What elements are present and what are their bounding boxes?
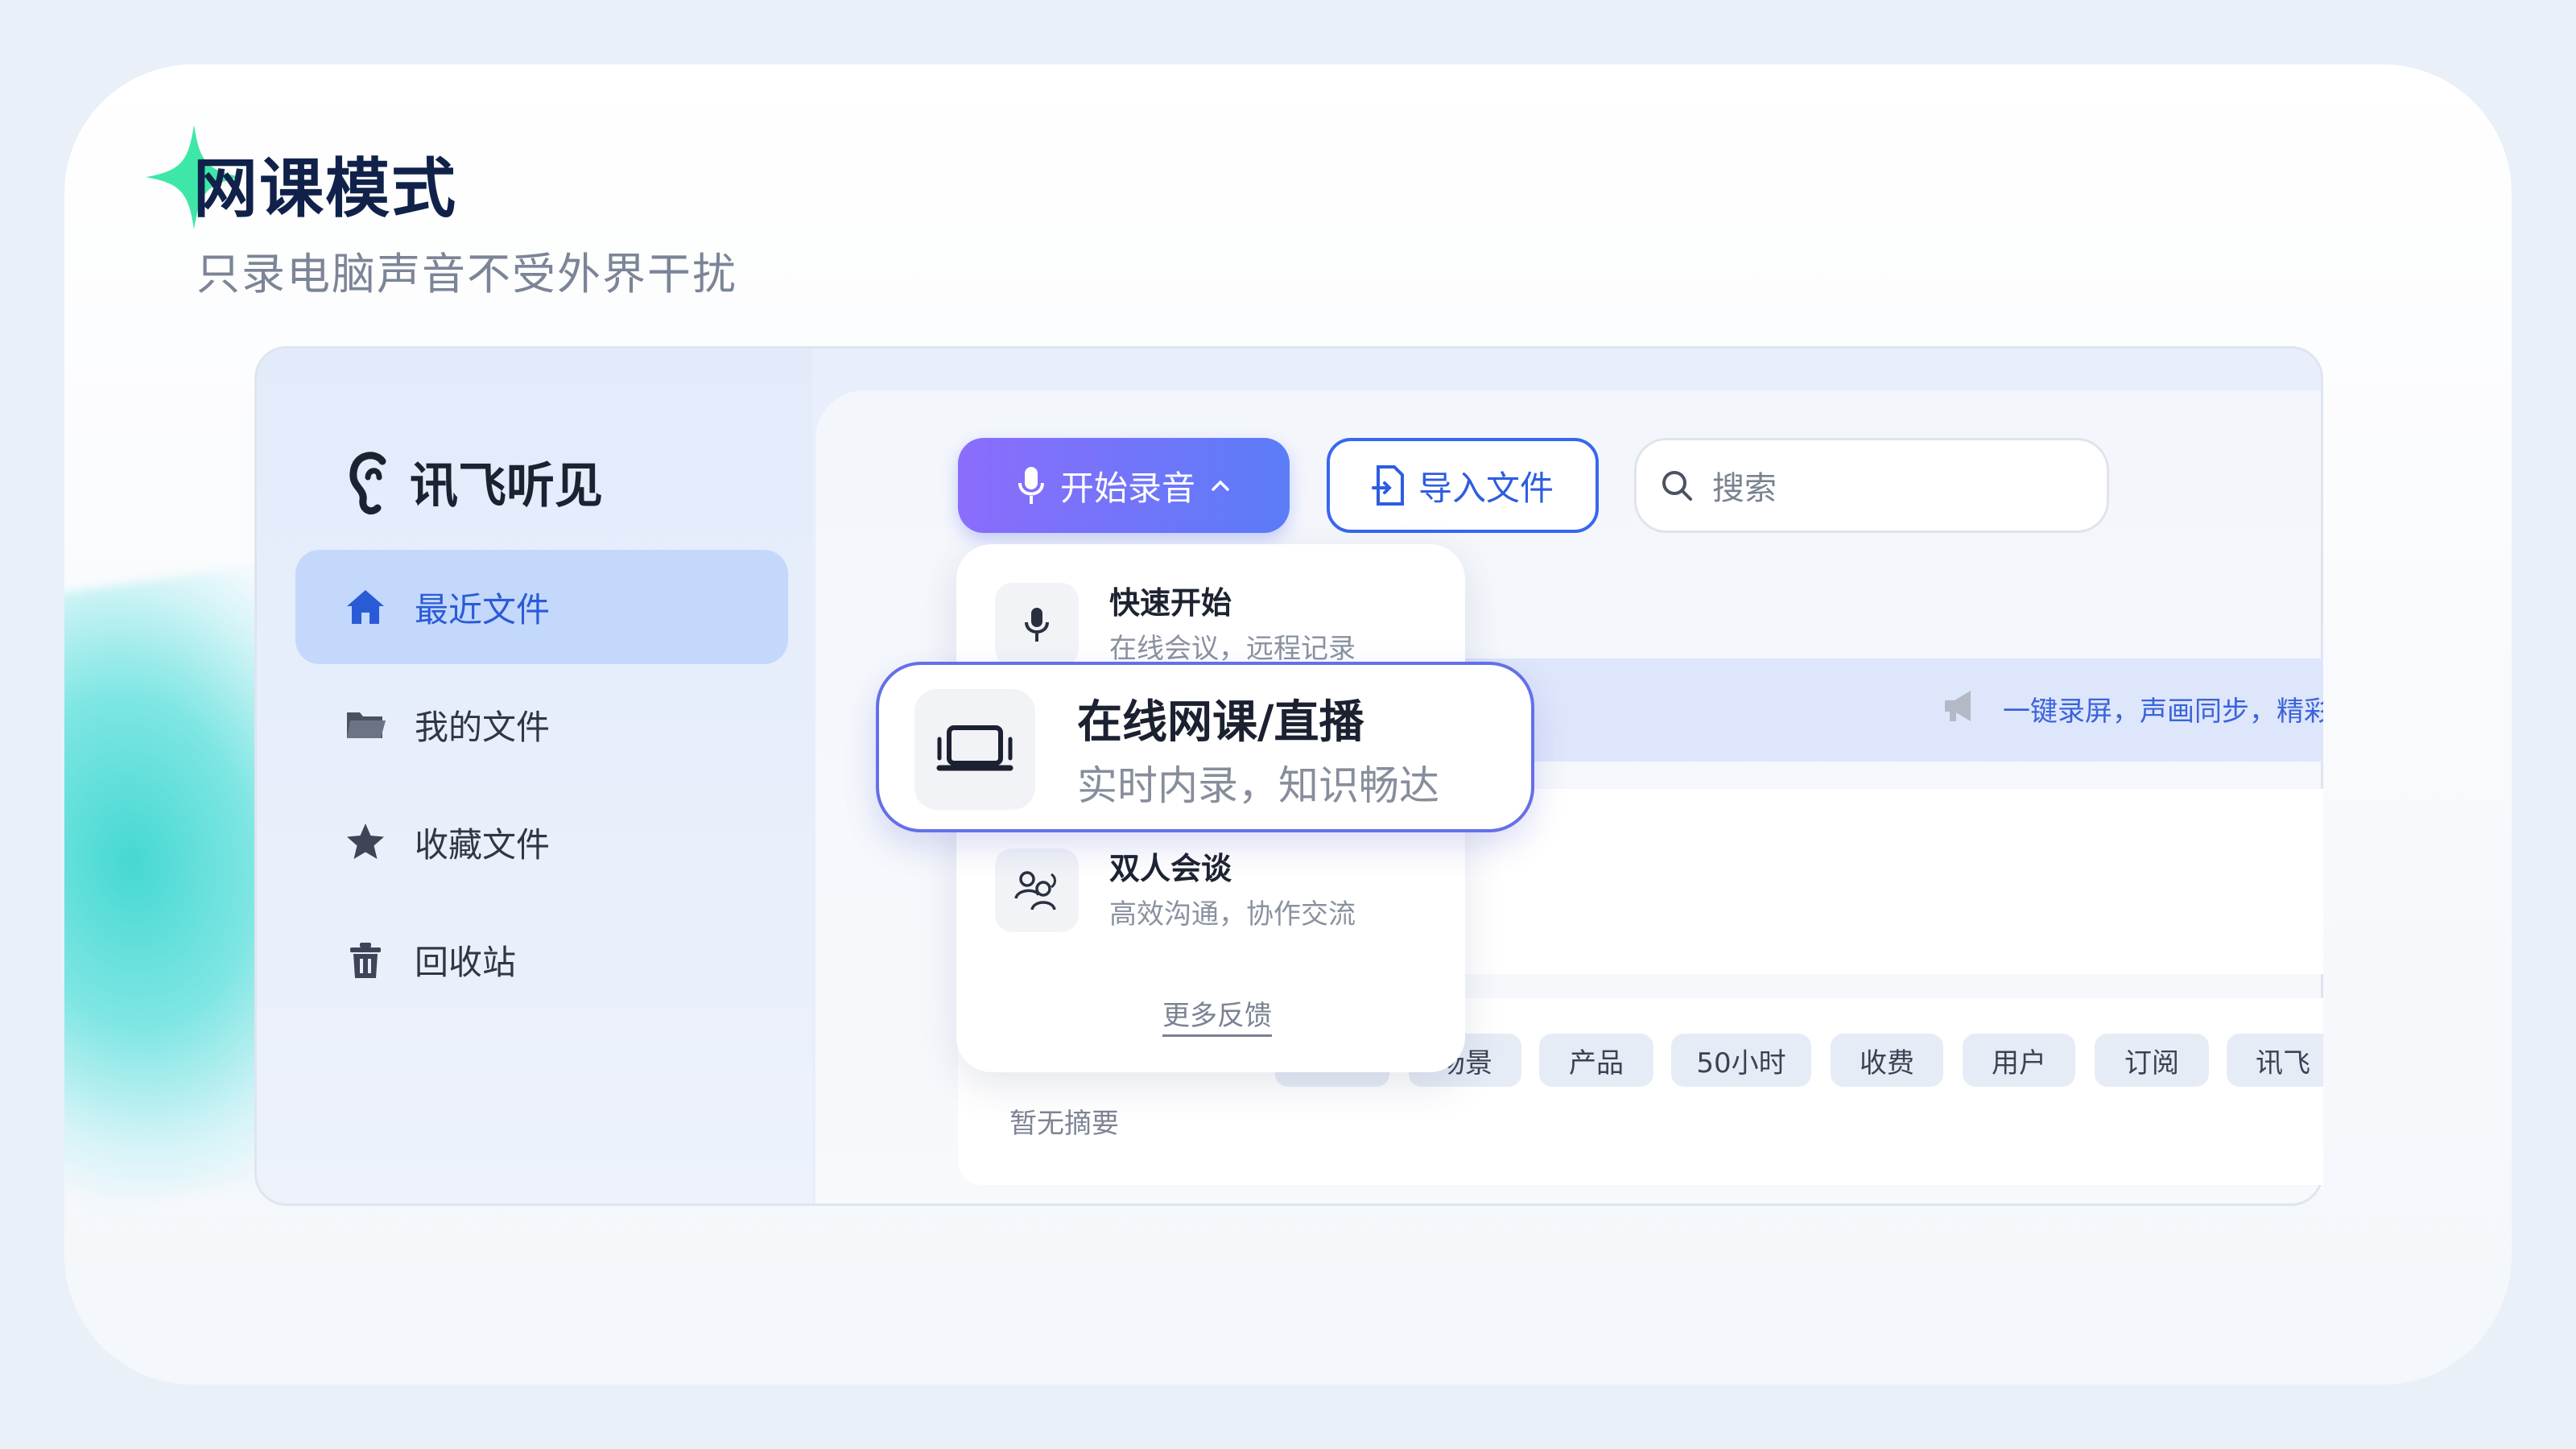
trash-icon (344, 938, 387, 981)
banner-text: 一键录屏，声画同步，精彩 (2003, 696, 2323, 728)
sidebar-item-recent[interactable]: 最近文件 (295, 550, 788, 664)
two-people-icon (995, 848, 1079, 932)
tag: 收费 (1831, 1034, 1943, 1087)
home-icon (344, 585, 387, 629)
sidebar-item-trash[interactable]: 回收站 (295, 902, 788, 1017)
dropdown-item-online-class[interactable]: 在线网课/直播 实时内录，知识畅达 (876, 662, 1534, 832)
microphone-icon (1018, 467, 1044, 504)
microphone-icon (995, 583, 1079, 667)
more-feedback-link[interactable]: 更多反馈 (1162, 993, 1272, 1037)
search-icon (1662, 471, 1692, 501)
tag: 用户 (1963, 1034, 2075, 1087)
chevron-up-icon (1212, 480, 1229, 491)
folder-icon (344, 703, 387, 746)
dropdown-item-title: 在线网课/直播 (1077, 696, 1364, 749)
start-recording-label: 开始录音 (1059, 468, 1195, 508)
search-placeholder: 搜索 (1712, 470, 1777, 507)
sidebar-item-label: 最近文件 (415, 589, 551, 630)
sidebar: 讯飞听见 最近文件 我的文件 收藏文件 回收站 (257, 349, 812, 1203)
app-logo: 讯飞听见 (344, 445, 603, 518)
start-recording-button[interactable]: 开始录音 (958, 438, 1290, 533)
sidebar-item-label: 我的文件 (415, 707, 551, 747)
file-summary: 暂无摘要 (1009, 1108, 1119, 1140)
dropdown-item-subtitle: 高效沟通，协作交流 (1109, 898, 1356, 931)
star-icon (344, 820, 387, 864)
dropdown-item-title: 快速开始 (1109, 585, 1232, 621)
sidebar-item-my-files[interactable]: 我的文件 (295, 667, 788, 782)
dropdown-item-title: 双人会谈 (1109, 851, 1232, 886)
tag: 50小时 (1671, 1034, 1811, 1087)
sidebar-item-label: 回收站 (415, 942, 517, 982)
app-name: 讯飞听见 (410, 457, 603, 514)
sidebar-item-favorites[interactable]: 收藏文件 (295, 785, 788, 899)
dropdown-item-subtitle: 在线会议，远程记录 (1109, 633, 1356, 665)
dropdown-item-subtitle: 实时内录，知识畅达 (1077, 762, 1439, 809)
tag: 产品 (1539, 1034, 1653, 1087)
import-file-button[interactable]: 导入文件 (1327, 438, 1599, 533)
search-input[interactable]: 搜索 (1634, 438, 2109, 533)
page-subtitle: 只录电脑声音不受外界干扰 (196, 249, 737, 299)
import-file-label: 导入文件 (1418, 468, 1554, 508)
import-file-icon (1371, 465, 1404, 506)
megaphone-icon (1945, 691, 1971, 721)
page-title: 网课模式 (193, 151, 457, 226)
tag: 订阅 (2095, 1034, 2209, 1087)
sidebar-item-label: 收藏文件 (415, 824, 551, 865)
tag: 讯飞 (2227, 1034, 2323, 1087)
laptop-icon (914, 689, 1035, 810)
ear-logo-icon (349, 452, 386, 515)
